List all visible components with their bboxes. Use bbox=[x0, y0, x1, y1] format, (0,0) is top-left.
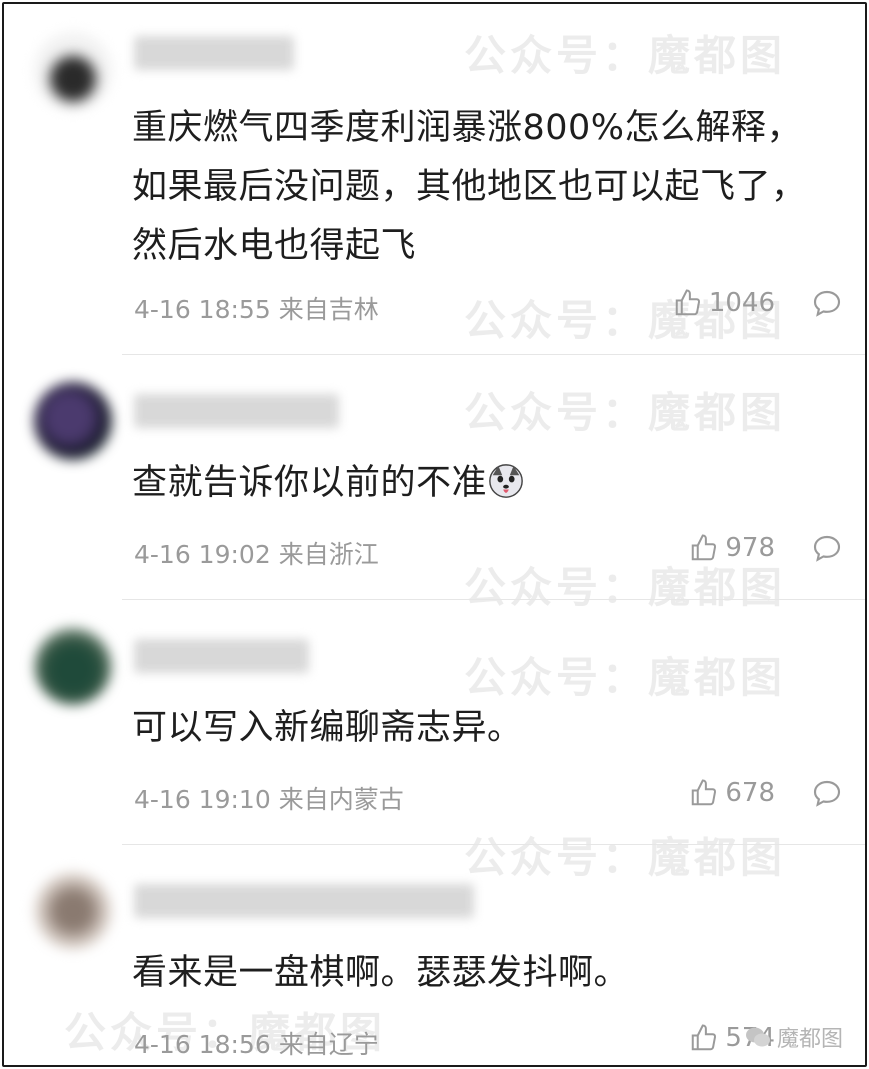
thumbs-up-icon bbox=[692, 534, 717, 561]
comment-time: 4-16 18:55 bbox=[134, 295, 271, 324]
comment-text: 查就告诉你以前的不准 bbox=[132, 454, 832, 513]
watermark-badge: 魔都图 bbox=[745, 1021, 843, 1053]
reply-icon[interactable] bbox=[811, 288, 843, 320]
username[interactable] bbox=[134, 884, 474, 918]
reply-icon[interactable] bbox=[811, 533, 843, 565]
comment-text: 可以写入新编聊斋志异。 bbox=[132, 708, 523, 748]
comment-item: 重庆燃气四季度利润暴涨800%怎么解释，如果最后没问题，其他地区也可以起飞了，然… bbox=[4, 4, 865, 354]
comment-location: 来自内蒙古 bbox=[278, 785, 404, 814]
comment-text: 看来是一盘棋啊。瑟瑟发抖啊。 bbox=[132, 953, 630, 993]
comment-meta: 4-16 19:10 来自内蒙古 bbox=[134, 780, 404, 816]
comment-time: 4-16 19:02 bbox=[134, 540, 271, 569]
comment-location: 来自浙江 bbox=[278, 540, 379, 569]
comment-item: 查就告诉你以前的不准 4-16 19:02 来自浙江 978 bbox=[4, 354, 865, 599]
comment-location: 来自辽宁 bbox=[278, 1030, 379, 1059]
like-count: 1046 bbox=[708, 288, 775, 318]
like-count: 678 bbox=[725, 778, 775, 808]
thumbs-up-icon bbox=[692, 779, 717, 806]
comment-text: 重庆燃气四季度利润暴涨800%怎么解释，如果最后没问题，其他地区也可以起飞了，然… bbox=[132, 108, 807, 266]
watermark-corner-text: 魔都图 bbox=[776, 1027, 843, 1052]
comment-text-content: 查就告诉你以前的不准 bbox=[132, 463, 488, 503]
comment-item: 看来是一盘棋啊。瑟瑟发抖啊。 4-16 18:56 来自辽宁 574 bbox=[4, 844, 865, 1065]
comment-item: 可以写入新编聊斋志异。 4-16 19:10 来自内蒙古 678 bbox=[4, 599, 865, 844]
comment-meta: 4-16 18:55 来自吉林 bbox=[134, 290, 379, 326]
comment-meta: 4-16 18:56 来自辽宁 bbox=[134, 1025, 379, 1061]
comment-time: 4-16 18:56 bbox=[134, 1030, 271, 1059]
avatar[interactable] bbox=[34, 872, 112, 950]
husky-emoji-icon bbox=[489, 464, 523, 498]
avatar[interactable] bbox=[34, 627, 112, 705]
like-count: 978 bbox=[725, 533, 775, 563]
comment-location: 来自吉林 bbox=[278, 295, 379, 324]
comment-meta: 4-16 19:02 来自浙江 bbox=[134, 535, 379, 571]
username[interactable] bbox=[134, 639, 309, 673]
avatar[interactable] bbox=[34, 382, 112, 460]
comment-list: 公众号：魔都图 公众号：魔都图 公众号：魔都图 公众号：魔都图 公众号：魔都图 … bbox=[2, 2, 867, 1067]
thumbs-up-icon bbox=[692, 1024, 717, 1051]
reply-icon[interactable] bbox=[811, 778, 843, 810]
comment-time: 4-16 19:10 bbox=[134, 785, 271, 814]
wechat-icon bbox=[745, 1027, 770, 1047]
like-button[interactable]: 678 bbox=[689, 778, 775, 808]
username[interactable] bbox=[134, 394, 339, 428]
thumbs-up-icon bbox=[675, 289, 700, 316]
like-button[interactable]: 978 bbox=[689, 533, 775, 563]
like-button[interactable]: 1046 bbox=[673, 288, 775, 318]
username[interactable] bbox=[134, 36, 294, 70]
avatar[interactable] bbox=[34, 32, 112, 110]
